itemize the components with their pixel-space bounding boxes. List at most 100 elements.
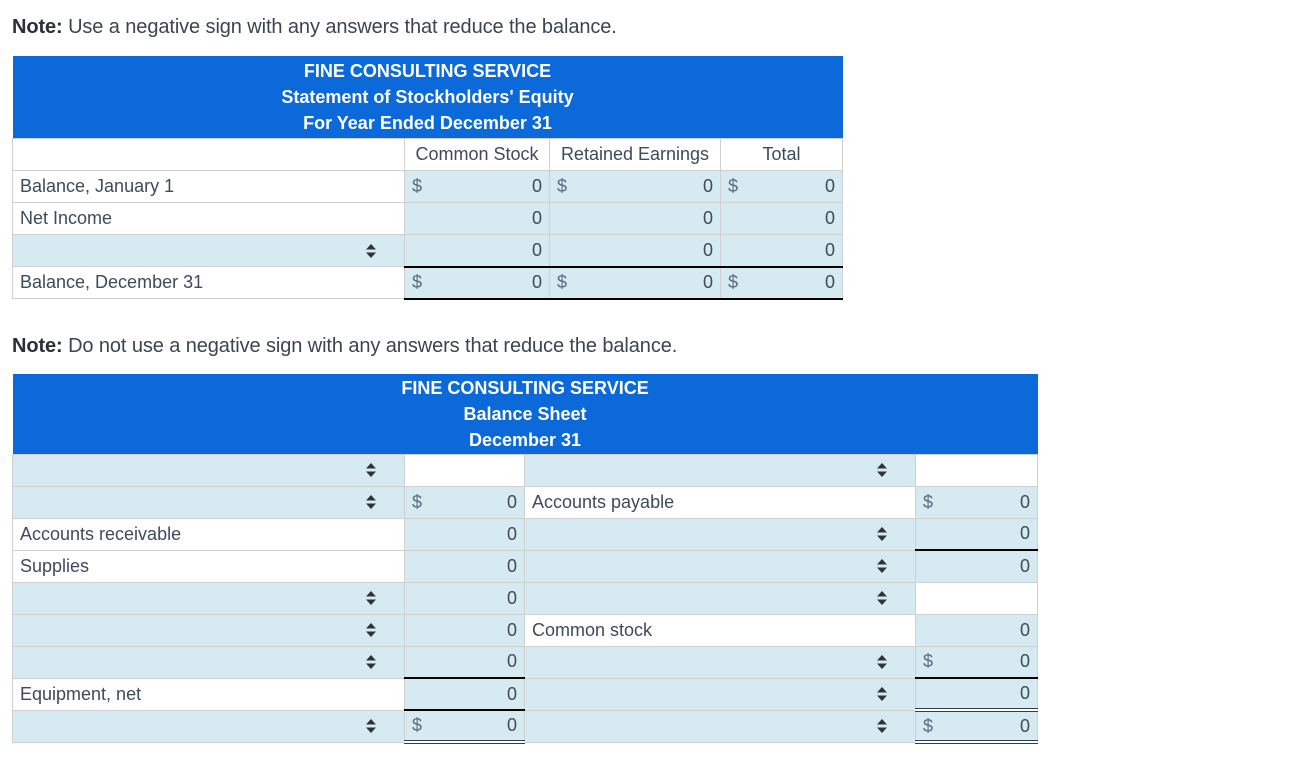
liability-equity-amount-input[interactable]: $0 [914, 485, 1039, 519]
liability-equity-account-select[interactable] [524, 709, 916, 743]
retained-earnings-input[interactable]: 0 [549, 202, 721, 235]
total-value: 0 [719, 234, 844, 267]
liability-equity-amount-input[interactable]: 0 [914, 677, 1039, 711]
up-down-arrows-icon [366, 591, 376, 605]
up-down-arrows-icon [877, 559, 887, 573]
asset-account-select[interactable] [12, 485, 405, 519]
asset-account-label: Equipment, net [12, 677, 405, 711]
up-down-arrows-icon [366, 719, 376, 733]
col-header-total: Total [719, 138, 844, 171]
retained-earnings-input[interactable]: 0 [549, 234, 721, 267]
currency-symbol: $ [557, 176, 568, 196]
row-label: Balance, December 31 [12, 266, 405, 299]
liability-equity-account-select[interactable] [524, 677, 916, 711]
currency-symbol: $ [412, 176, 423, 196]
table-row: Balance, December 31 $0 $0 $0 [12, 265, 844, 300]
up-down-arrows-icon [366, 495, 376, 509]
up-down-arrows-icon [877, 687, 887, 701]
liability-equity-amount-input[interactable]: $0 [914, 645, 1039, 679]
currency-symbol: $ [923, 491, 934, 512]
currency-symbol: $ [557, 272, 568, 292]
asset-amount-input[interactable]: 0 [404, 613, 525, 647]
retained-earnings-input[interactable]: $0 [549, 170, 721, 203]
liability-equity-amount-input[interactable] [914, 581, 1039, 615]
table-row: $0 Accounts payable $0 [12, 485, 1039, 519]
equity-statement-table: FINE CONSULTING SERVICE Statement of Sto… [12, 56, 844, 300]
asset-amount-input[interactable]: 0 [404, 549, 525, 583]
up-down-arrows-icon [877, 527, 887, 541]
up-down-arrows-icon [366, 244, 376, 258]
currency-symbol: $ [923, 715, 934, 736]
asset-amount-input[interactable]: 0 [404, 645, 525, 679]
note-label: Note: [12, 335, 63, 357]
statement-title: Statement of Stockholders' Equity [281, 87, 574, 107]
retained-earnings-input[interactable]: $0 [549, 265, 721, 300]
common-stock-input[interactable]: $0 [404, 170, 550, 203]
row-label: Balance, January 1 [12, 170, 405, 203]
asset-account-select[interactable] [12, 613, 405, 647]
company-name: FINE CONSULTING SERVICE [401, 377, 649, 398]
asset-amount-input[interactable]: 0 [404, 677, 525, 711]
statement-title: Balance Sheet [463, 403, 587, 424]
liability-equity-amount-input[interactable]: 0 [914, 517, 1039, 551]
liability-equity-account-label: Common stock [524, 613, 916, 647]
up-down-arrows-icon [877, 463, 887, 477]
table-row: Equipment, net 0 0 [12, 677, 1039, 711]
currency-symbol: $ [728, 272, 739, 292]
currency-symbol: $ [923, 651, 934, 672]
table-row [12, 453, 1039, 487]
currency-symbol: $ [412, 272, 423, 292]
note-label: Note: [12, 16, 63, 38]
asset-amount-input[interactable]: $0 [404, 485, 525, 519]
asset-account-label: Accounts receivable [12, 517, 405, 551]
total-value: 0 [719, 202, 844, 235]
asset-account-select[interactable] [12, 645, 405, 679]
liability-equity-amount-input[interactable]: 0 [914, 549, 1039, 583]
asset-amount-input[interactable]: 0 [404, 517, 525, 551]
asset-amount-input[interactable]: 0 [404, 581, 525, 615]
liability-equity-amount-input[interactable]: $0 [914, 708, 1039, 744]
liability-equity-amount-input[interactable]: 0 [914, 613, 1039, 647]
asset-account-select[interactable] [12, 581, 405, 615]
up-down-arrows-icon [877, 719, 887, 733]
col-header-common-stock: Common Stock [404, 138, 550, 171]
up-down-arrows-icon [877, 655, 887, 669]
table-row: 0 0 0 [12, 234, 844, 267]
asset-amount-input[interactable] [404, 453, 525, 487]
liability-equity-account-select[interactable] [524, 581, 916, 615]
asset-account-select[interactable] [12, 453, 405, 487]
statement-date: December 31 [468, 429, 582, 450]
table-row: 0 $0 [12, 645, 1039, 679]
row-label: Net Income [12, 202, 405, 235]
common-stock-input[interactable]: 0 [404, 234, 550, 267]
note-text: Do not use a negative sign with any answ… [62, 335, 678, 357]
table-row: Net Income 0 0 0 [12, 202, 844, 235]
table-row: Supplies 0 0 [12, 549, 1039, 583]
liability-equity-amount-input[interactable] [914, 453, 1039, 487]
liability-equity-account-select[interactable] [524, 453, 916, 487]
common-stock-input[interactable]: $0 [404, 265, 550, 300]
note-text: Use a negative sign with any answers tha… [62, 16, 617, 38]
currency-symbol: $ [412, 491, 423, 512]
total-value: $0 [719, 265, 844, 300]
common-stock-input[interactable]: 0 [404, 202, 550, 235]
currency-symbol: $ [728, 176, 739, 196]
liability-equity-account-select[interactable] [524, 549, 916, 583]
total-value: $0 [719, 170, 844, 203]
table-row: 0 [12, 581, 1039, 615]
liability-equity-account-select[interactable] [524, 517, 916, 551]
table-row: Balance, January 1 $0 $0 $0 [12, 170, 844, 203]
asset-amount-input[interactable]: $0 [404, 709, 525, 744]
liability-equity-account-select[interactable] [524, 645, 916, 679]
row-label-select[interactable] [12, 234, 405, 267]
up-down-arrows-icon [366, 623, 376, 637]
currency-symbol: $ [412, 715, 423, 735]
note-no-negative-sign: Note: Do not use a negative sign with an… [12, 335, 677, 358]
asset-account-select[interactable] [12, 709, 405, 743]
table-row: Accounts receivable 0 0 [12, 517, 1039, 551]
table-row: 0 Common stock 0 [12, 613, 1039, 647]
balance-sheet-table: FINE CONSULTING SERVICE Balance Sheet De… [12, 374, 1039, 744]
table-row: $0 $0 [12, 708, 1039, 744]
company-name: FINE CONSULTING SERVICE [303, 61, 552, 81]
asset-account-label: Supplies [12, 549, 405, 583]
